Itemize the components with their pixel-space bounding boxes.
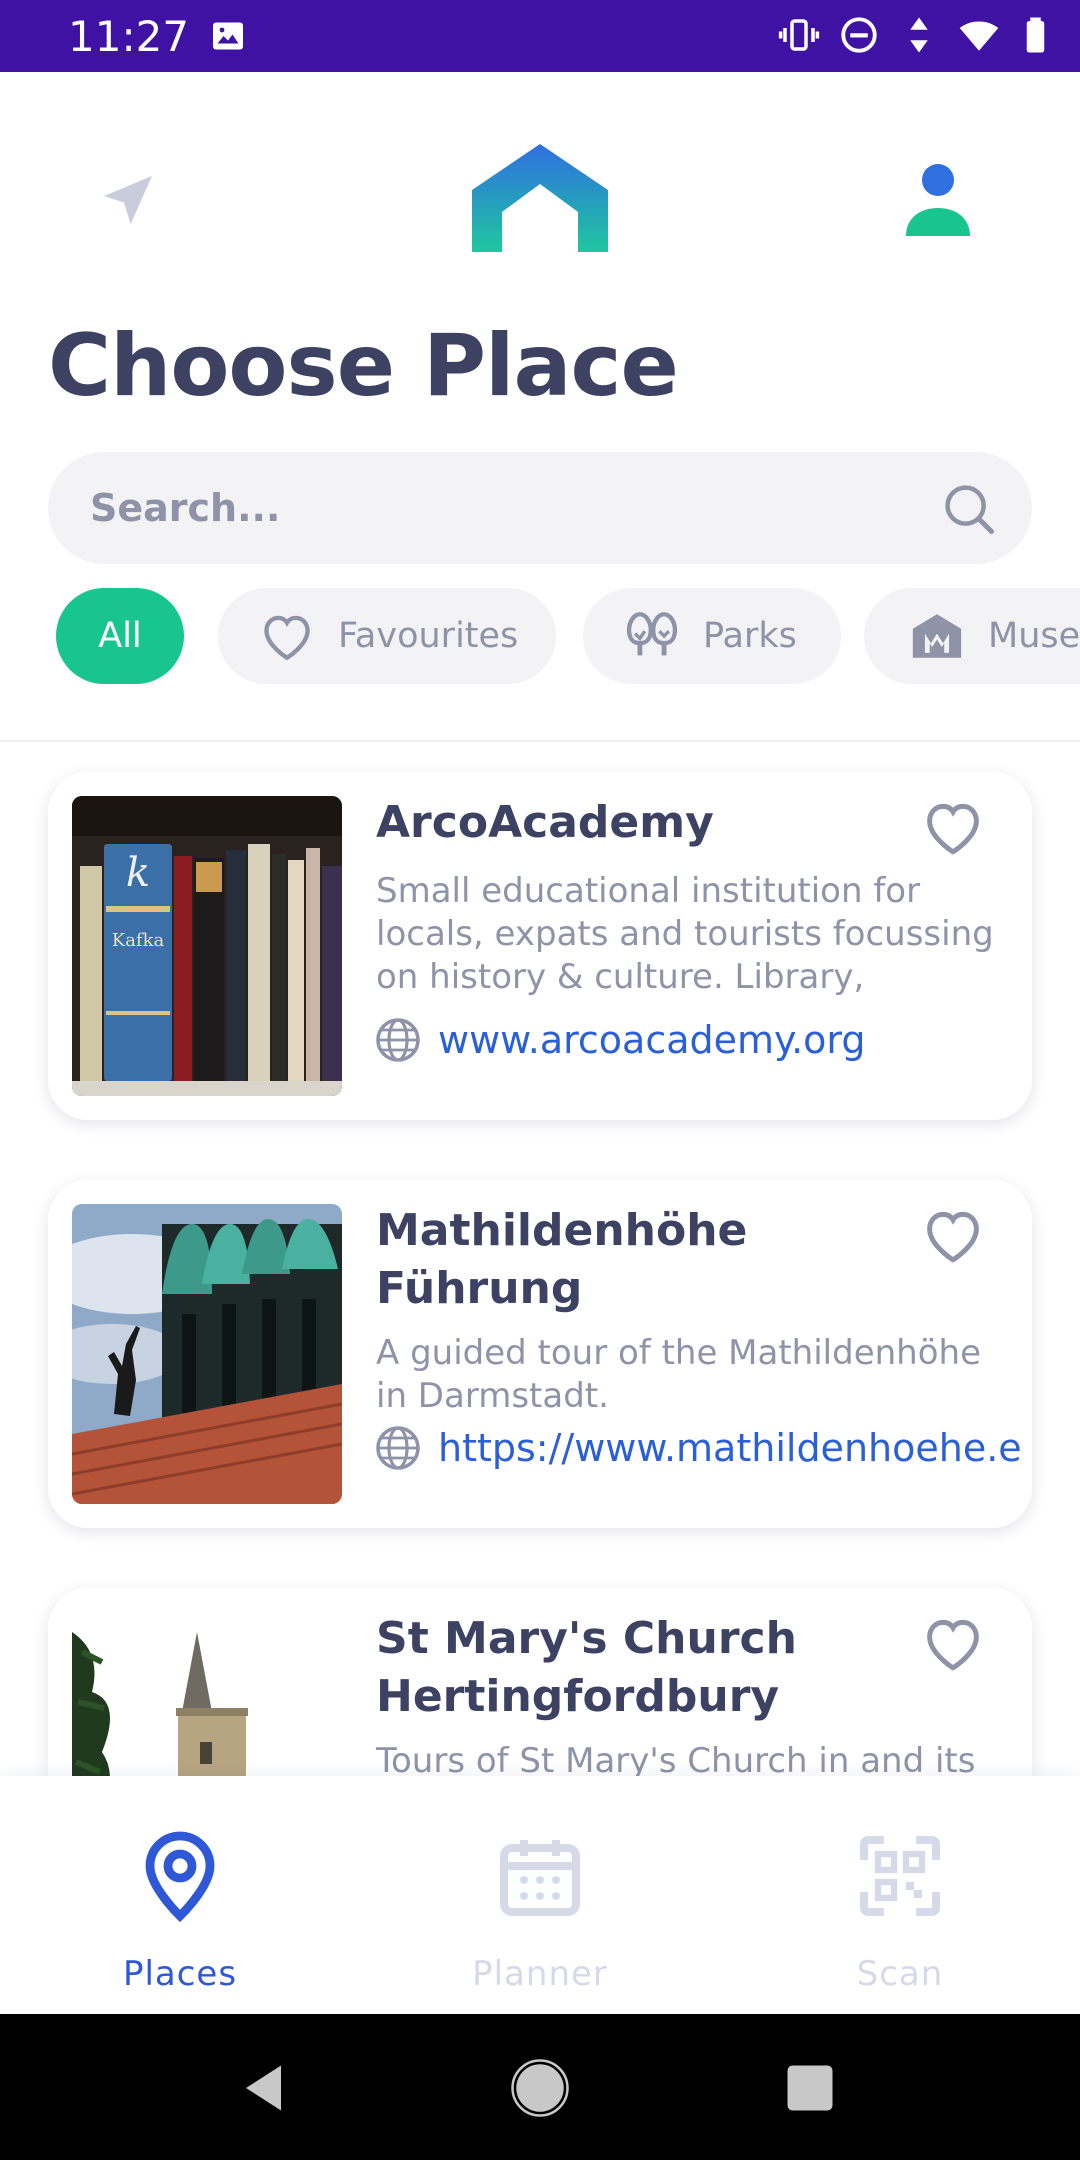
- place-card[interactable]: Mathildenhöhe Führung A guided tour of t…: [48, 1180, 1032, 1528]
- svg-text:Kafka: Kafka: [112, 930, 165, 951]
- place-title: ArcoAcademy: [376, 797, 714, 848]
- filter-chip-parks[interactable]: Parks: [583, 588, 841, 684]
- filter-chip-label: All: [98, 616, 142, 656]
- status-icons: [778, 14, 1060, 56]
- navigation-arrow-icon[interactable]: [96, 168, 160, 232]
- tab-planner[interactable]: Planner: [360, 1776, 720, 2014]
- bookshelf-photo: k Kafka: [72, 796, 342, 1096]
- place-description: A guided tour of the Mathildenhöhe in Da…: [376, 1333, 981, 1416]
- filter-chips: All Favourites Parks Muse: [56, 588, 1080, 684]
- user-profile-icon[interactable]: [898, 160, 978, 240]
- filter-chip-museums[interactable]: Muse: [864, 588, 1080, 684]
- place-title: Mathildenhöhe Führung: [376, 1205, 748, 1314]
- calendar-icon: [500, 1840, 580, 1916]
- place-image: [72, 1612, 342, 1776]
- heart-icon[interactable]: [920, 1202, 986, 1268]
- museum-icon: [912, 614, 962, 658]
- place-link[interactable]: https://www.mathildenhoehe.e: [438, 1426, 1022, 1470]
- system-navigation-bar: [0, 2014, 1080, 2160]
- place-description: Small educational institution for locals…: [376, 871, 994, 997]
- do-not-disturb-icon: [841, 17, 877, 53]
- search-icon[interactable]: [942, 482, 996, 536]
- qr-code-icon: [860, 1836, 940, 1916]
- place-image: [72, 1204, 342, 1504]
- battery-icon: [1026, 17, 1045, 53]
- home-icon[interactable]: [510, 2058, 570, 2118]
- places-list[interactable]: k Kafka ArcoAcademy Small educational in…: [0, 742, 1080, 1776]
- filter-chip-label: Parks: [703, 616, 797, 656]
- tab-places[interactable]: Places: [0, 1776, 360, 2014]
- heart-icon: [264, 615, 310, 661]
- map-pin-icon: [145, 1831, 215, 1923]
- bottom-navigation: Places Planner Scan: [0, 1776, 1080, 2014]
- vibrate-icon: [778, 19, 820, 51]
- tab-label: Scan: [856, 1954, 944, 1994]
- status-time: 11:27: [68, 12, 190, 61]
- back-icon[interactable]: [236, 2058, 296, 2118]
- app-header: [0, 72, 1080, 272]
- place-card[interactable]: k Kafka ArcoAcademy Small educational in…: [48, 772, 1032, 1120]
- data-arrows-icon: [910, 17, 928, 53]
- heart-icon[interactable]: [920, 794, 986, 860]
- place-link-row[interactable]: www.arcoacademy.org: [374, 1016, 866, 1064]
- recents-icon[interactable]: [780, 2058, 840, 2118]
- place-link[interactable]: www.arcoacademy.org: [438, 1018, 866, 1062]
- heart-icon[interactable]: [920, 1610, 986, 1676]
- search-bar[interactable]: [48, 452, 1032, 564]
- app-logo: [472, 144, 608, 252]
- place-title: St Mary's Church Hertingfordbury: [376, 1613, 797, 1722]
- search-input[interactable]: [90, 452, 890, 564]
- status-bar: 11:27: [0, 0, 1080, 72]
- church-tower-photo: [72, 1612, 342, 1776]
- tab-scan[interactable]: Scan: [720, 1776, 1080, 2014]
- image-notification-icon: [213, 22, 243, 50]
- filter-chip-label: Muse: [988, 616, 1080, 656]
- place-image: k Kafka: [72, 796, 342, 1096]
- place-link-row[interactable]: https://www.mathildenhoehe.e: [374, 1424, 1022, 1472]
- place-description: Tours of St Mary's Church in and its: [376, 1741, 976, 1776]
- wedding-tower-photo: [72, 1204, 342, 1504]
- tab-label: Places: [122, 1954, 238, 1994]
- tab-label: Planner: [472, 1954, 608, 1994]
- globe-icon: [376, 1018, 420, 1062]
- place-card[interactable]: St Mary's Church Hertingfordbury Tours o…: [48, 1588, 1032, 1776]
- page-title: Choose Place: [48, 316, 679, 416]
- filter-chip-favourites[interactable]: Favourites: [218, 588, 556, 684]
- globe-icon: [376, 1426, 420, 1470]
- wifi-icon: [959, 21, 999, 51]
- filter-chip-label: Favourites: [338, 616, 519, 656]
- svg-text:k: k: [126, 850, 150, 896]
- trees-icon: [626, 612, 678, 656]
- filter-chip-all[interactable]: All: [56, 588, 184, 684]
